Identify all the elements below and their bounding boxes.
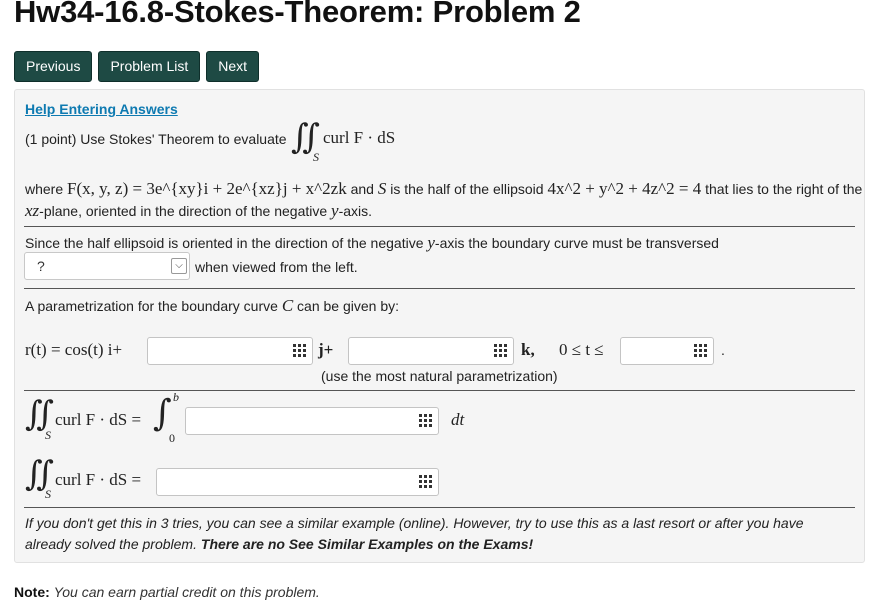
where-label: where bbox=[25, 181, 64, 197]
and-label: and bbox=[350, 181, 374, 197]
t-upper-bound-input[interactable] bbox=[620, 337, 714, 365]
orientation-text-after: -axis the boundary curve must be transve… bbox=[434, 235, 719, 251]
parametrization-intro: A parametrization for the boundary curve… bbox=[25, 296, 399, 316]
keyboard-grid-icon[interactable] bbox=[419, 414, 432, 427]
axis-variable: y bbox=[331, 201, 339, 220]
previous-button[interactable]: Previous bbox=[14, 51, 93, 82]
page-title: Hw34-16.8-Stokes-Theorem: Problem 2 bbox=[14, 0, 581, 29]
note-label: Note: bbox=[14, 584, 50, 600]
surface-variable: S bbox=[377, 179, 387, 198]
double-integral-symbol: ∬ bbox=[25, 454, 54, 494]
problem-intro: (1 point) Use Stokes' Theorem to evaluat… bbox=[25, 131, 287, 147]
k-component-input[interactable] bbox=[348, 337, 514, 365]
period-mark: . bbox=[721, 342, 725, 358]
problem-panel: Help Entering Answers (1 point) Use Stok… bbox=[14, 89, 865, 563]
ellipsoid-expression: 4x^2 + y^2 + 4z^2 = 4 bbox=[547, 179, 702, 198]
section-divider-1 bbox=[24, 226, 855, 227]
integral-subscript-s: S bbox=[313, 150, 319, 164]
orientation-line: Since the half ellipsoid is oriented in … bbox=[25, 233, 719, 253]
keyboard-grid-icon[interactable] bbox=[494, 344, 507, 357]
parametrization-hint: (use the most natural parametrization) bbox=[321, 368, 558, 384]
field-definition-line: where F(x, y, z) = 3e^{xy}i + 2e^{xz}j +… bbox=[25, 179, 862, 199]
keyboard-grid-icon[interactable] bbox=[293, 344, 306, 357]
plane-text: -plane, oriented in the direction of the… bbox=[39, 203, 328, 219]
viewed-from-text: when viewed from the left. bbox=[195, 259, 358, 275]
section-divider-2 bbox=[24, 288, 855, 289]
help-entering-answers-link[interactable]: Help Entering Answers bbox=[25, 101, 178, 117]
plane-variable: xz bbox=[25, 201, 40, 220]
direction-select[interactable]: ? ⌵ bbox=[24, 252, 190, 280]
integral-subscript-s: S bbox=[45, 487, 51, 501]
orientation-axis-var: y bbox=[427, 233, 435, 252]
footnote-normal-text: already solved the problem. bbox=[25, 536, 197, 552]
integral-symbol: ∫ bbox=[153, 393, 172, 434]
section-divider-3 bbox=[24, 390, 855, 391]
footnote-bold-text: There are no See Similar Examples on the… bbox=[200, 536, 534, 552]
plane-line: xz-plane, oriented in the direction of t… bbox=[25, 201, 372, 221]
r-of-t-label: r(t) = cos(t) i+ bbox=[25, 340, 123, 359]
curl-expression-lhs1: curl F · dS = bbox=[55, 410, 142, 429]
right-of-text: that lies to the right of the bbox=[705, 181, 863, 197]
keyboard-grid-icon[interactable] bbox=[419, 475, 432, 488]
similar-example-note: If you don't get this in 3 tries, you ca… bbox=[25, 515, 804, 531]
j-component-input[interactable] bbox=[147, 337, 313, 365]
problem-nav: Previous Problem List Next bbox=[14, 51, 260, 82]
double-integral-symbol: ∬ bbox=[291, 117, 320, 157]
orientation-text: Since the half ellipsoid is oriented in … bbox=[25, 235, 424, 251]
vector-field-expression: F(x, y, z) = 3e^{xy}i + 2e^{xz}j + x^2zk bbox=[67, 179, 347, 198]
section-divider-4 bbox=[24, 507, 855, 508]
chevron-down-icon[interactable]: ⌵ bbox=[171, 258, 187, 274]
similar-example-note-line2: already solved the problem. There are no… bbox=[25, 536, 533, 552]
note-text: You can earn partial credit on this prob… bbox=[53, 584, 320, 600]
problem-list-button[interactable]: Problem List bbox=[98, 51, 201, 82]
dt-label: dt bbox=[451, 410, 465, 429]
direction-select-value: ? bbox=[37, 258, 45, 274]
parametrization-text-after: can be given by: bbox=[297, 298, 400, 314]
axis-suffix: -axis. bbox=[338, 203, 373, 219]
j-label: j+ bbox=[318, 340, 334, 359]
integrand-input[interactable] bbox=[185, 407, 439, 435]
t-range-label: 0 ≤ t ≤ bbox=[559, 340, 604, 359]
integral-value-input[interactable] bbox=[156, 468, 439, 496]
surface-description: is the half of the ellipsoid bbox=[390, 181, 544, 197]
k-label: k, bbox=[521, 340, 535, 359]
parametrization-text: A parametrization for the boundary curve bbox=[25, 298, 278, 314]
integral-upper-bound: b bbox=[173, 390, 179, 404]
partial-credit-note: Note: You can earn partial credit on thi… bbox=[14, 584, 320, 600]
double-integral-symbol: ∬ bbox=[25, 394, 54, 434]
curl-expression-lhs2: curl F · dS = bbox=[55, 470, 142, 489]
curve-variable: C bbox=[281, 296, 294, 315]
integral-lower-bound: 0 bbox=[169, 431, 175, 445]
keyboard-grid-icon[interactable] bbox=[694, 344, 707, 357]
next-button[interactable]: Next bbox=[206, 51, 260, 82]
integral-subscript-s: S bbox=[45, 428, 51, 442]
curl-expression: curl F · dS bbox=[323, 128, 396, 147]
